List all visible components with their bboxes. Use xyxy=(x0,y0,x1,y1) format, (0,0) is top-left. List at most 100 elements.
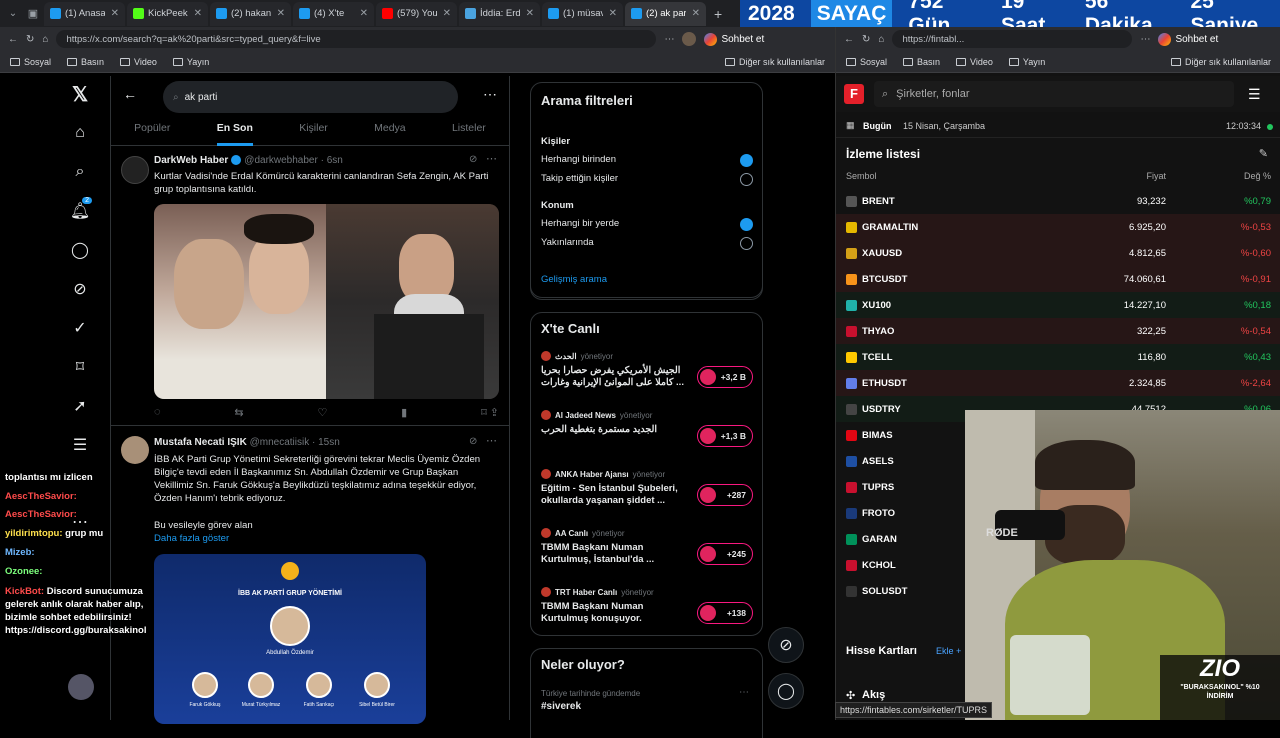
messages-fab-icon[interactable]: ◯ xyxy=(768,673,804,709)
tweet-author[interactable]: DarkWeb Haber @darkwebhaber · 6sn xyxy=(154,155,343,166)
messages-icon[interactable]: ◯ xyxy=(70,240,90,260)
filter-nearby[interactable]: Yakınlarında xyxy=(541,237,753,250)
show-more-link[interactable]: Daha fazla göster xyxy=(154,532,499,545)
hamburger-menu-icon[interactable]: ☰ xyxy=(1248,86,1261,103)
rocket-icon[interactable]: ➚ xyxy=(70,396,90,416)
new-tab-icon[interactable]: + xyxy=(714,6,722,22)
url-field[interactable]: https://x.com/search?q=ak%20parti&src=ty… xyxy=(56,30,657,48)
tab-close-icon[interactable]: ✕ xyxy=(526,8,534,19)
tweet-menu-icon[interactable]: ⋯ xyxy=(486,152,497,165)
live-item[interactable]: Al Jadeed News yönetiyor الجديد مستمرة بتغ… xyxy=(541,410,753,447)
live-item[interactable]: الحدث yönetiyor الجيش الأمريكي يفرض حصارا … xyxy=(541,351,753,389)
tab-people[interactable]: Kişiler xyxy=(299,120,328,145)
bookmark-video[interactable]: Video xyxy=(956,57,993,67)
more-options-icon[interactable]: ⋯ xyxy=(483,86,497,103)
fintables-logo-icon[interactable]: F xyxy=(844,84,864,104)
account-avatar[interactable] xyxy=(68,674,94,700)
bookmarks-icon[interactable]: ⌑ xyxy=(70,357,90,377)
bookmark-sosyal[interactable]: Sosyal xyxy=(10,57,51,67)
watchlist-row[interactable]: GRAMALTIN 6.925,20 %-0,53 xyxy=(836,214,1280,240)
browser-tab[interactable]: (1) müsave ✕ xyxy=(542,1,623,26)
advanced-search-link[interactable]: Gelişmiş arama xyxy=(541,274,607,285)
live-item[interactable]: ANKA Haber Ajansı yönetiyor Eğitim - Sen İ… xyxy=(541,469,753,507)
search-icon[interactable]: ⌕ xyxy=(70,162,90,182)
tab-close-icon[interactable]: ✕ xyxy=(692,8,700,19)
views-icon[interactable]: ▮ xyxy=(401,406,407,419)
other-bookmarks[interactable]: Diğer sık kullanılanlar xyxy=(724,57,825,67)
reload-icon[interactable]: ↻ xyxy=(26,34,34,45)
tweet-author[interactable]: Mustafa Necati IŞIK @mnecatiisik · 15sn xyxy=(154,437,340,448)
browser-tab[interactable]: (4) X'te ✕ xyxy=(293,1,374,26)
bookmark-basin[interactable]: Basın xyxy=(67,57,104,67)
filter-anyone[interactable]: Herhangi birinden xyxy=(541,154,753,167)
bookmark-sosyal[interactable]: Sosyal xyxy=(846,57,887,67)
browser-tab[interactable]: (2) ak parti ✕ xyxy=(625,1,706,26)
tab-lists[interactable]: Listeler xyxy=(452,120,486,145)
bookmark-video[interactable]: Video xyxy=(120,57,157,67)
watchlist-row[interactable]: ETHUSDT 2.324,85 %-2,64 xyxy=(836,370,1280,396)
extensions-icon[interactable]: ⋯ xyxy=(1140,34,1150,45)
tab-close-icon[interactable]: ✕ xyxy=(194,8,202,19)
watchlist-row[interactable]: TCELL 116,80 %0,43 xyxy=(836,344,1280,370)
tab-close-icon[interactable]: ✕ xyxy=(111,8,119,19)
browser-tab[interactable]: İddia: Erdo ✕ xyxy=(459,1,540,26)
trend-menu-icon[interactable]: ⋯ xyxy=(739,687,749,698)
bookmark-share-icon[interactable]: ⌑ ⇪ xyxy=(481,406,499,419)
grok-icon[interactable]: ⊘ xyxy=(70,279,90,299)
back-arrow-icon[interactable]: ← xyxy=(123,86,137,102)
retweet-icon[interactable]: ⇆ xyxy=(234,406,243,419)
tab-close-icon[interactable]: ✕ xyxy=(277,8,285,19)
browser-tab[interactable]: KickPeek - ✕ xyxy=(127,1,208,26)
back-icon[interactable]: ← xyxy=(844,34,854,45)
home-icon[interactable]: ⌂ xyxy=(42,34,48,45)
filter-following[interactable]: Takip ettiğin kişiler xyxy=(541,173,753,186)
tweet-image[interactable] xyxy=(154,204,499,399)
cards-add-button[interactable]: Ekle + xyxy=(936,646,961,656)
watchlist-row[interactable]: XAUUSD 4.812,65 %-0,60 xyxy=(836,240,1280,266)
edit-icon[interactable]: ✎ xyxy=(1259,147,1268,160)
tweet[interactable]: Mustafa Necati IŞIK @mnecatiisik · 15sn … xyxy=(111,428,509,724)
grok-icon[interactable]: ⊘ xyxy=(469,436,477,447)
sohbet-button[interactable]: Sohbet et xyxy=(704,32,764,46)
browser-tab[interactable]: (579) YouTu ✕ xyxy=(376,1,457,26)
workspace-icon[interactable]: ▣ xyxy=(24,7,42,20)
grok-fab-icon[interactable]: ⊘ xyxy=(768,627,804,663)
watchlist-row[interactable]: BRENT 93,232 %0,79 xyxy=(836,188,1280,214)
live-item[interactable]: AA Canlı yönetiyor TBMM Başkanı Numan Kurt… xyxy=(541,528,753,566)
fintables-search-input[interactable]: ⌕ Şirketler, fonlar xyxy=(874,81,1234,107)
watchlist-row[interactable]: BTCUSDT 74.060,61 %-0,91 xyxy=(836,266,1280,292)
lists-icon[interactable]: ☰ xyxy=(70,435,90,455)
tab-popular[interactable]: Popüler xyxy=(134,120,170,145)
tab-latest[interactable]: En Son xyxy=(216,120,253,146)
trending-tag[interactable]: #siverek xyxy=(541,701,581,712)
bookmark-yayin[interactable]: Yayın xyxy=(1008,57,1045,67)
home-icon[interactable]: ⌂ xyxy=(70,123,90,143)
sohbet-button[interactable]: Sohbet et xyxy=(1158,32,1218,46)
tab-close-icon[interactable]: ✕ xyxy=(609,8,617,19)
tweet-image-card[interactable]: İBB AK PARTİ GRUP YÖNETİMİ Abdullah Özde… xyxy=(154,554,426,724)
back-icon[interactable]: ← xyxy=(8,34,18,45)
bookmark-yayin[interactable]: Yayın xyxy=(172,57,209,67)
tweet[interactable]: DarkWeb Haber @darkwebhaber · 6sn ⊘ ⋯ Kur… xyxy=(111,148,509,426)
notifications-icon[interactable]: 🔔︎ 2 xyxy=(70,197,92,221)
right-url-field[interactable]: https://fintabl... xyxy=(892,30,1133,48)
watchlist-row[interactable]: XU100 14.227,10 %0,18 xyxy=(836,292,1280,318)
tab-close-icon[interactable]: ✕ xyxy=(360,8,368,19)
grok-icon[interactable]: ⊘ xyxy=(469,154,477,165)
tab-menu-icon[interactable]: ⌄ xyxy=(4,8,22,19)
reply-icon[interactable]: ◌ xyxy=(154,406,161,419)
live-item[interactable]: TRT Haber Canlı yönetiyor TBMM Başkanı Num… xyxy=(541,587,753,625)
filter-anywhere[interactable]: Herhangi bir yerde xyxy=(541,218,753,231)
x-logo-icon[interactable]: 𝕏 xyxy=(70,84,90,106)
avatar[interactable] xyxy=(121,436,149,464)
bookmark-basin[interactable]: Basın xyxy=(903,57,940,67)
like-icon[interactable]: ♡ xyxy=(317,406,327,419)
reload-icon[interactable]: ↻ xyxy=(862,34,870,45)
avatar[interactable] xyxy=(121,156,149,184)
extensions-icon[interactable]: ⋯ xyxy=(664,34,674,45)
home-icon[interactable]: ⌂ xyxy=(878,34,884,45)
tab-close-icon[interactable]: ✕ xyxy=(443,8,451,19)
tweet-menu-icon[interactable]: ⋯ xyxy=(486,434,497,447)
browser-tab[interactable]: (2) hakan fi ✕ xyxy=(210,1,291,26)
tab-media[interactable]: Medya xyxy=(374,120,406,145)
